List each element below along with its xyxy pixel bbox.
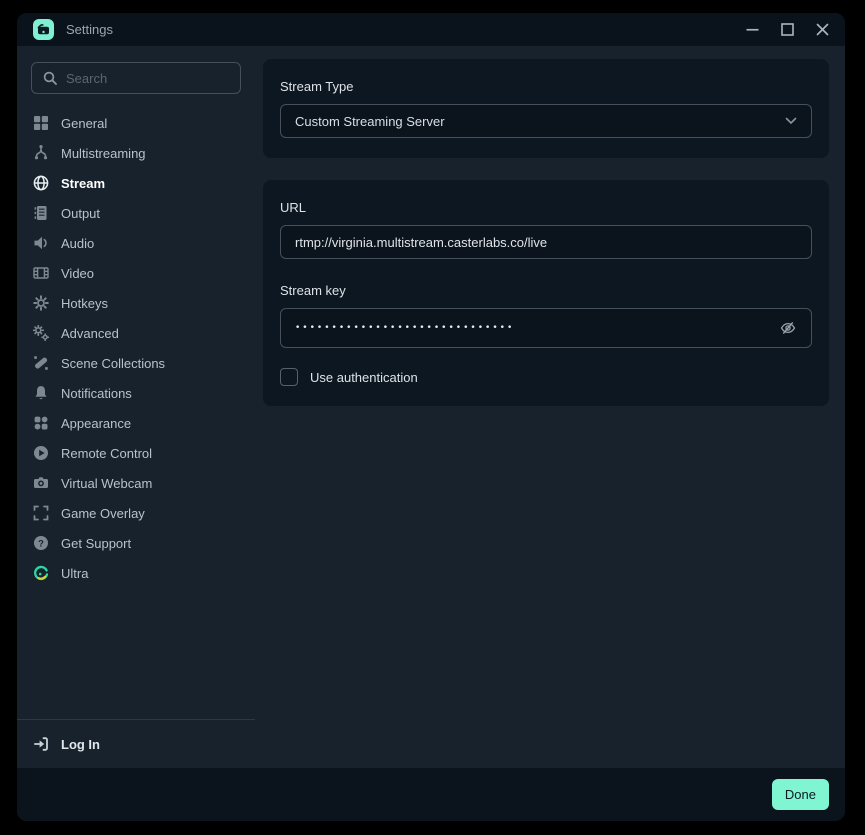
sidebar-nav: General Multistreaming Stream Output Aud… <box>17 108 255 588</box>
output-icon <box>32 204 50 222</box>
sidebar-item-game-overlay[interactable]: Game Overlay <box>17 498 255 528</box>
sidebar-item-general[interactable]: General <box>17 108 255 138</box>
stream-type-select[interactable]: Custom Streaming Server <box>280 104 812 138</box>
streamlabs-logo-icon <box>33 19 54 40</box>
bell-icon <box>32 384 50 402</box>
sidebar-item-stream[interactable]: Stream <box>17 168 255 198</box>
speaker-icon <box>32 234 50 252</box>
question-circle-icon: ? <box>32 534 50 552</box>
sidebar-item-virtual-webcam[interactable]: Virtual Webcam <box>17 468 255 498</box>
gear-icon <box>32 294 50 312</box>
close-icon[interactable] <box>816 23 829 36</box>
stream-settings-panel: Stream Type Custom Streaming Server URL … <box>255 46 845 768</box>
use-authentication-label: Use authentication <box>310 370 418 385</box>
search-icon <box>42 70 58 86</box>
settings-sidebar: General Multistreaming Stream Output Aud… <box>17 46 255 768</box>
play-circle-icon <box>32 444 50 462</box>
chevron-down-icon <box>785 117 797 125</box>
expand-icon <box>32 504 50 522</box>
camera-icon <box>32 474 50 492</box>
sidebar-item-remote-control[interactable]: Remote Control <box>17 438 255 468</box>
sidebar-item-scene-collections[interactable]: Scene Collections <box>17 348 255 378</box>
globe-icon <box>32 174 50 192</box>
url-label: URL <box>280 200 812 215</box>
sidebar-bottom: Log In <box>17 719 255 768</box>
maximize-icon[interactable] <box>781 23 794 36</box>
stream-server-card: URL Stream key Use authentication <box>263 180 829 406</box>
title-bar: Settings <box>17 13 845 46</box>
stream-type-label: Stream Type <box>280 79 812 94</box>
sidebar-item-output[interactable]: Output <box>17 198 255 228</box>
search-input[interactable] <box>66 71 230 86</box>
sidebar-item-multistreaming[interactable]: Multistreaming <box>17 138 255 168</box>
use-authentication-row: Use authentication <box>280 368 812 386</box>
multistream-icon <box>32 144 50 162</box>
use-authentication-checkbox[interactable] <box>280 368 298 386</box>
sidebar-item-notifications[interactable]: Notifications <box>17 378 255 408</box>
url-input[interactable] <box>280 225 812 259</box>
grid-icon <box>32 114 50 132</box>
stream-key-input[interactable] <box>295 323 769 333</box>
sidebar-item-hotkeys[interactable]: Hotkeys <box>17 288 255 318</box>
minimize-icon[interactable] <box>746 23 759 36</box>
sidebar-item-get-support[interactable]: ? Get Support <box>17 528 255 558</box>
toggle-key-visibility-icon[interactable] <box>779 319 797 337</box>
settings-window: Settings General Multistreaming Stream O… <box>17 13 845 821</box>
stream-key-field <box>280 308 812 348</box>
window-title: Settings <box>66 22 113 37</box>
sidebar-item-video[interactable]: Video <box>17 258 255 288</box>
appearance-icon <box>32 414 50 432</box>
sidebar-item-log-in[interactable]: Log In <box>17 720 255 768</box>
footer-bar: Done <box>17 768 845 821</box>
ultra-icon <box>32 564 50 582</box>
sidebar-item-appearance[interactable]: Appearance <box>17 408 255 438</box>
sidebar-item-audio[interactable]: Audio <box>17 228 255 258</box>
film-icon <box>32 264 50 282</box>
scenes-icon <box>32 354 50 372</box>
sidebar-item-advanced[interactable]: Advanced <box>17 318 255 348</box>
search-box <box>31 62 241 94</box>
login-label: Log In <box>61 737 100 752</box>
svg-text:?: ? <box>38 538 44 549</box>
login-icon <box>32 735 50 753</box>
done-button[interactable]: Done <box>772 779 829 810</box>
gears-icon <box>32 324 50 342</box>
sidebar-item-ultra[interactable]: Ultra <box>17 558 255 588</box>
stream-type-card: Stream Type Custom Streaming Server <box>263 59 829 158</box>
stream-type-value: Custom Streaming Server <box>295 114 445 129</box>
stream-key-label: Stream key <box>280 283 812 298</box>
window-controls <box>746 23 829 36</box>
